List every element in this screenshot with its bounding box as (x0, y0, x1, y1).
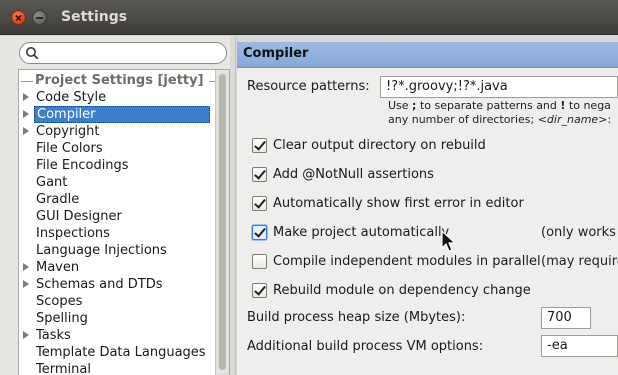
tree-item-label: Language Injections (36, 243, 167, 258)
tree-item-label: Schemas and DTDs (36, 277, 163, 292)
tree-item[interactable]: Language Injections (19, 242, 216, 259)
resource-patterns-input[interactable]: !?*.groovy;!?*.java (380, 76, 618, 98)
expand-arrow-icon[interactable] (23, 110, 29, 118)
tree-item[interactable]: Scopes (19, 293, 216, 310)
tree-item[interactable]: File Encodings (19, 157, 216, 174)
option-note: (only works w (541, 225, 618, 240)
minimize-window-button[interactable] (32, 10, 47, 25)
tree-item[interactable]: File Colors (19, 140, 216, 157)
tree-item-label: Gradle (36, 192, 80, 207)
tree-item-label: Gant (36, 175, 68, 190)
option-note: (may require (541, 254, 618, 269)
tree-item[interactable]: Inspections (19, 225, 216, 242)
window-title: Settings (61, 9, 128, 25)
option-label[interactable]: Add @NotNull assertions (273, 166, 434, 184)
compiler-panel: Compiler Resource patterns: !?*.groovy;!… (237, 42, 618, 375)
tree-item[interactable]: Schemas and DTDs (19, 276, 216, 293)
option-checkbox[interactable] (252, 254, 267, 269)
tree-item[interactable]: Template Data Languages (19, 344, 216, 361)
tree-item[interactable]: Terminal (19, 361, 216, 375)
expand-arrow-icon[interactable] (23, 93, 29, 101)
tree-item-label: Scopes (36, 294, 83, 309)
tree-item[interactable]: Gradle (19, 191, 216, 208)
option-checkbox[interactable] (252, 225, 267, 240)
settings-tree[interactable]: Project Settings [jetty] Code Style Compi… (18, 69, 230, 375)
tree-item-label: Code Style (36, 90, 107, 105)
expand-arrow-icon[interactable] (23, 280, 29, 288)
option-row[interactable]: Clear output directory on rebuild (252, 137, 618, 157)
expand-arrow-icon[interactable] (23, 263, 29, 271)
option-row[interactable]: Compile independent modules in parallel(… (252, 253, 618, 273)
title-bar: Settings (0, 0, 618, 35)
tree-item[interactable]: Maven (19, 259, 216, 276)
option-label[interactable]: Clear output directory on rebuild (273, 137, 486, 155)
scrollbar-thumb[interactable] (219, 74, 226, 370)
close-window-button[interactable] (11, 10, 26, 25)
heap-size-label: Build process heap size (Mbytes): (247, 310, 466, 325)
tree-item-label: Maven (36, 260, 80, 275)
tree-item-label: Tasks (36, 328, 71, 343)
panel-header: Compiler (237, 42, 618, 68)
expand-arrow-icon[interactable] (23, 331, 29, 339)
tree-item[interactable]: Tasks (19, 327, 216, 344)
option-checkbox[interactable] (252, 138, 267, 153)
option-checkbox[interactable] (252, 196, 267, 211)
vm-options-input[interactable]: -ea (541, 335, 618, 357)
tree-item-label: Copyright (36, 124, 100, 139)
tree-item-label: Compiler (34, 106, 210, 123)
option-row[interactable]: Make project automatically (only works w (252, 224, 618, 244)
option-label[interactable]: Compile independent modules in parallel (273, 253, 541, 271)
option-row[interactable]: Automatically show first error in editor (252, 195, 618, 215)
resource-patterns-label: Resource patterns: (247, 79, 370, 94)
tree-item-label: Terminal (36, 362, 91, 375)
tree-item[interactable]: Code Style (19, 89, 216, 106)
search-icon (26, 47, 39, 60)
tree-item-label: File Encodings (36, 158, 129, 173)
resource-patterns-hint-line1: Use ; to separate patterns and ! to nega (388, 99, 611, 112)
tree-item[interactable]: Compiler (19, 106, 216, 123)
tree-item-label: Template Data Languages (36, 345, 206, 360)
search-input[interactable] (19, 42, 227, 64)
option-label[interactable]: Make project automatically (273, 224, 449, 242)
tree-item[interactable]: Copyright (19, 123, 216, 140)
tree-item[interactable]: Gant (19, 174, 216, 191)
option-label[interactable]: Rebuild module on dependency change (273, 282, 531, 300)
option-checkbox[interactable] (252, 167, 267, 182)
tree-group-header: Project Settings [jetty] (19, 72, 216, 89)
option-row[interactable]: Rebuild module on dependency change (252, 282, 618, 302)
settings-sidebar: Project Settings [jetty] Code Style Compi… (0, 36, 235, 375)
tree-scrollbar[interactable] (215, 70, 229, 375)
tree-item-label: GUI Designer (36, 209, 122, 224)
tree-item[interactable]: Spelling (19, 310, 216, 327)
group-label: Project Settings [jetty] (33, 73, 206, 88)
heap-size-input[interactable]: 700 (541, 307, 591, 329)
option-label[interactable]: Automatically show first error in editor (273, 195, 524, 213)
option-checkbox[interactable] (252, 283, 267, 298)
tree-item-label: Inspections (36, 226, 110, 241)
tree-item-label: File Colors (36, 141, 103, 156)
panel-title: Compiler (243, 46, 309, 61)
tree-item[interactable]: GUI Designer (19, 208, 216, 225)
expand-arrow-icon[interactable] (23, 127, 29, 135)
vm-options-label: Additional build process VM options: (247, 339, 484, 354)
option-row[interactable]: Add @NotNull assertions (252, 166, 618, 186)
resource-patterns-hint-line2: any number of directories; <dir_name>: (388, 113, 612, 126)
panel-splitter[interactable] (230, 36, 236, 375)
tree-item-label: Spelling (36, 311, 88, 326)
mouse-pointer-icon (441, 230, 457, 252)
